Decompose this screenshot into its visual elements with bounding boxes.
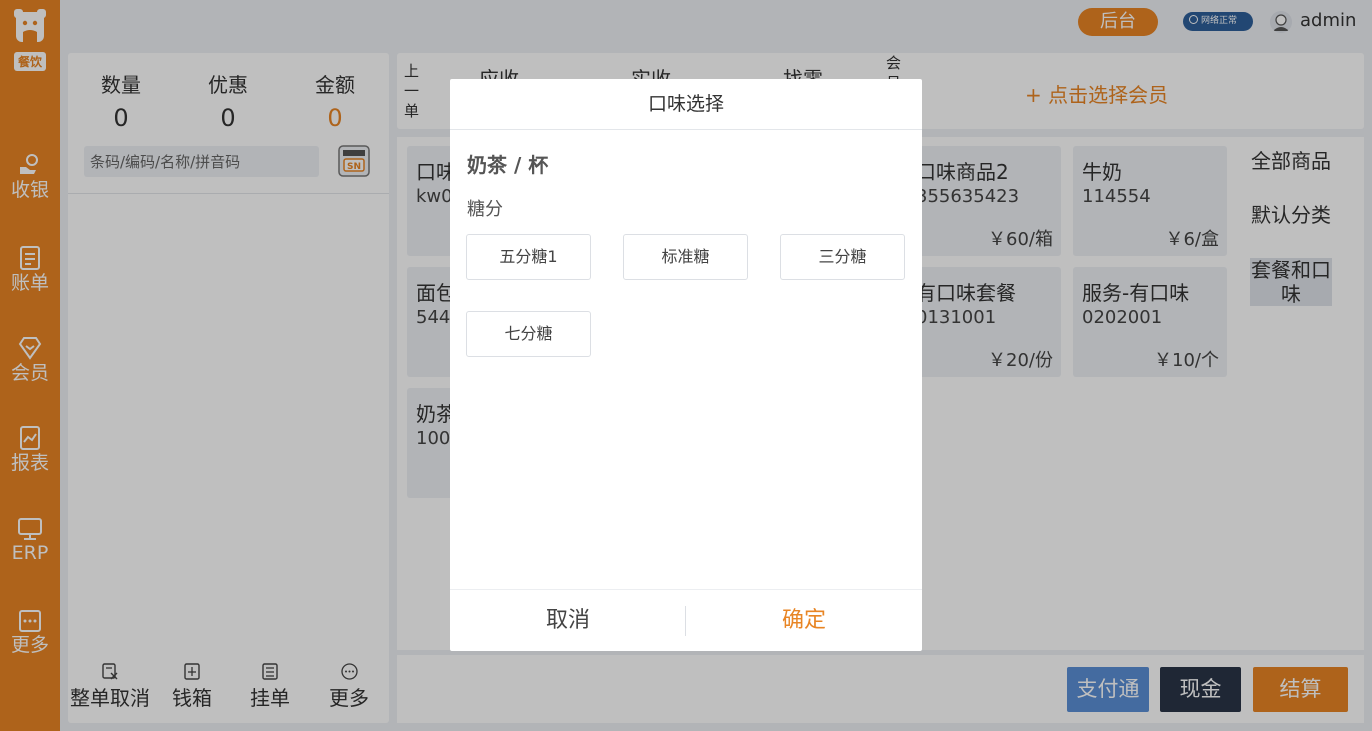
flavor-option[interactable]: 三分糖: [780, 234, 905, 280]
dialog-footer: 取消 确定: [450, 589, 922, 651]
dialog-product-name: 奶茶 / 杯: [467, 153, 549, 177]
flavor-group-label: 糖分: [467, 199, 503, 220]
flavor-select-dialog: 口味选择 奶茶 / 杯 糖分 五分糖1 标准糖 三分糖 七分糖 取消 确定: [450, 79, 922, 651]
confirm-button[interactable]: 确定: [686, 590, 922, 652]
cancel-button[interactable]: 取消: [450, 590, 686, 652]
flavor-option[interactable]: 七分糖: [466, 311, 591, 357]
flavor-option[interactable]: 标准糖: [623, 234, 748, 280]
dialog-title: 口味选择: [450, 79, 922, 130]
flavor-option[interactable]: 五分糖1: [466, 234, 591, 280]
